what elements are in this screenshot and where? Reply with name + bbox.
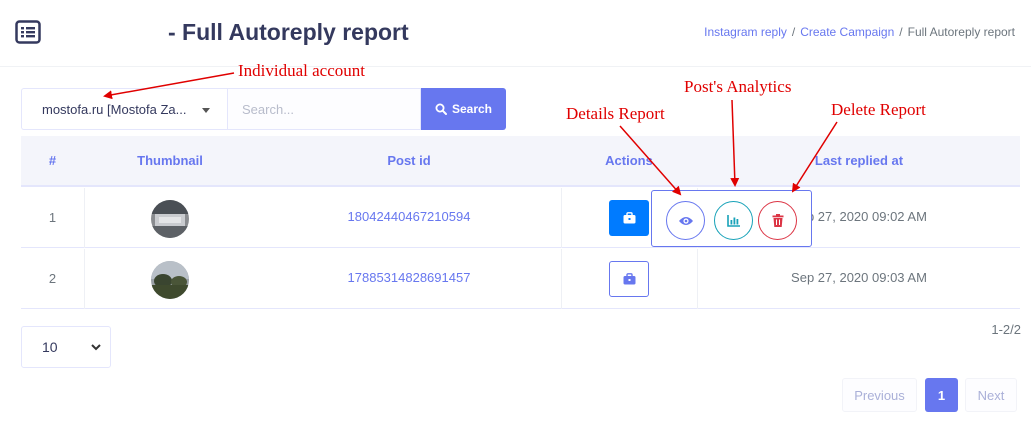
results-range: 1-2/2 xyxy=(991,322,1021,337)
briefcase-icon xyxy=(623,273,635,285)
per-page-select[interactable]: 10 xyxy=(21,326,111,368)
annotation-details-report: Details Report xyxy=(566,104,665,123)
account-select[interactable]: mostofa.ru [Mostofa Za... xyxy=(21,88,227,130)
annotation-individual-account: Individual account xyxy=(238,61,365,80)
post-id-link[interactable]: 17885314828691457 xyxy=(289,270,529,285)
caret-down-icon xyxy=(202,108,210,113)
search-button-label: Search xyxy=(451,102,493,116)
table-row: 1 18042440467210594 Sep 27, 2020 09:02 A… xyxy=(21,188,1020,248)
actions-button[interactable] xyxy=(609,261,649,297)
column-header-post-id: Post id xyxy=(387,153,431,168)
actions-popover xyxy=(651,190,812,247)
breadcrumb-create-campaign[interactable]: Create Campaign xyxy=(800,25,894,39)
page-title: - Full Autoreply report xyxy=(168,19,409,45)
table-header: # Thumbnail Post id Actions Last replied… xyxy=(21,136,1020,187)
next-page-button[interactable]: Next xyxy=(965,378,1017,412)
list-icon[interactable] xyxy=(15,20,41,44)
annotation-delete-report: Delete Report xyxy=(831,100,926,119)
row-number: 2 xyxy=(48,271,57,286)
column-header-thumbnail: Thumbnail xyxy=(137,153,203,168)
delete-report-button[interactable] xyxy=(758,201,797,240)
column-header-actions: Actions xyxy=(605,153,653,168)
per-page-value: 10 xyxy=(42,339,58,355)
column-divider xyxy=(84,249,85,309)
actions-button[interactable] xyxy=(609,200,649,236)
row-number: 1 xyxy=(48,210,57,225)
last-replied-at: Sep 27, 2020 09:03 AM xyxy=(791,270,927,285)
search-button[interactable]: Search xyxy=(421,88,506,130)
bar-chart-icon xyxy=(726,215,740,227)
briefcase-icon xyxy=(623,212,635,224)
annotation-posts-analytics: Post's Analytics xyxy=(684,77,792,96)
previous-page-button[interactable]: Previous xyxy=(842,378,917,412)
column-header-num: # xyxy=(48,153,57,168)
column-divider xyxy=(561,188,562,248)
search-icon xyxy=(435,103,447,115)
post-thumbnail[interactable] xyxy=(151,200,189,238)
search-input[interactable] xyxy=(227,88,421,130)
breadcrumb: Instagram reply / Create Campaign / Full Aut… xyxy=(704,25,1015,39)
breadcrumb-separator: / xyxy=(899,25,903,39)
breadcrumb-instagram-reply[interactable]: Instagram reply xyxy=(704,25,787,39)
column-divider xyxy=(84,188,85,248)
table-row: 2 17885314828691457 Sep 27, 2020 09:03 A… xyxy=(21,249,1020,309)
post-id-link[interactable]: 18042440467210594 xyxy=(289,209,529,224)
trash-icon xyxy=(772,214,783,227)
eye-icon xyxy=(678,216,693,225)
account-select-value: mostofa.ru [Mostofa Za... xyxy=(42,101,187,117)
chevron-down-icon xyxy=(91,344,101,351)
breadcrumb-separator: / xyxy=(791,25,796,39)
page-1-button[interactable]: 1 xyxy=(925,378,958,412)
header-divider xyxy=(0,66,1031,67)
breadcrumb-current: Full Autoreply report xyxy=(907,25,1015,39)
column-header-last-replied: Last replied at xyxy=(814,153,904,168)
post-thumbnail[interactable] xyxy=(151,261,189,299)
post-analytics-button[interactable] xyxy=(714,201,753,240)
column-divider xyxy=(561,249,562,309)
details-report-button[interactable] xyxy=(666,201,705,240)
